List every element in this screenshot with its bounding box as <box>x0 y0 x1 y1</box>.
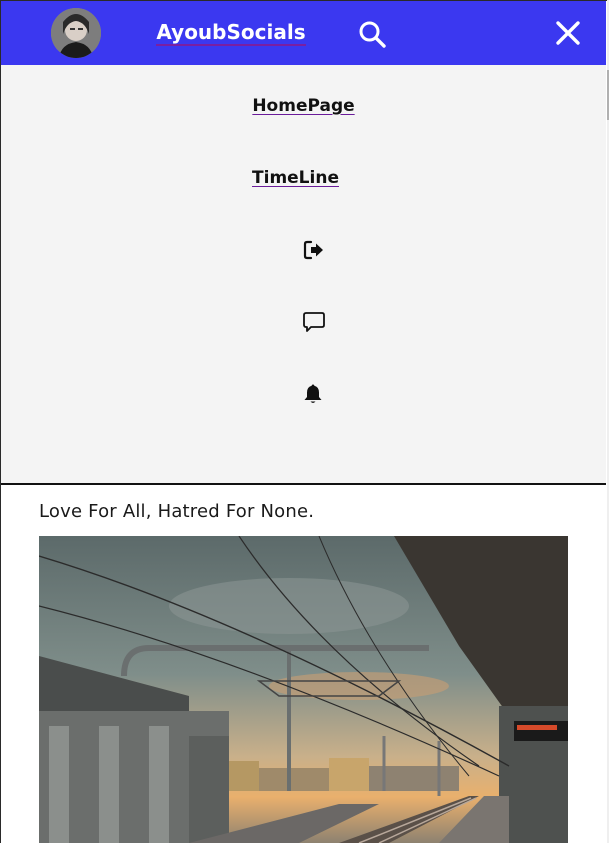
brand-link[interactable]: AyoubSocials <box>141 1 321 65</box>
train-station-photo <box>39 536 568 843</box>
avatar-image <box>51 8 101 58</box>
post-image[interactable] <box>39 536 568 843</box>
top-navbar: AyoubSocials <box>1 1 606 65</box>
post-card: Love For All, Hatred For None. <box>1 487 606 843</box>
menu-item-homepage-label[interactable]: HomePage <box>252 96 354 116</box>
brand-title: AyoubSocials <box>156 20 306 46</box>
notifications-button[interactable] <box>301 382 325 406</box>
search-icon <box>359 21 386 48</box>
nav-menu-panel: HomePage TimeLine <box>1 65 606 485</box>
post-caption: Love For All, Hatred For None. <box>39 501 315 522</box>
search-button[interactable] <box>357 19 387 49</box>
close-button[interactable] <box>555 20 581 46</box>
message-icon <box>303 312 325 332</box>
logout-icon <box>303 240 323 260</box>
bell-icon <box>304 384 322 403</box>
menu-item-homepage[interactable]: HomePage <box>1 96 606 116</box>
logout-button[interactable] <box>302 238 326 262</box>
menu-item-timeline-label[interactable]: TimeLine <box>252 168 339 188</box>
messages-button[interactable] <box>302 310 326 334</box>
menu-item-timeline[interactable]: TimeLine <box>0 168 598 188</box>
avatar[interactable] <box>51 8 101 58</box>
close-icon <box>556 21 580 45</box>
